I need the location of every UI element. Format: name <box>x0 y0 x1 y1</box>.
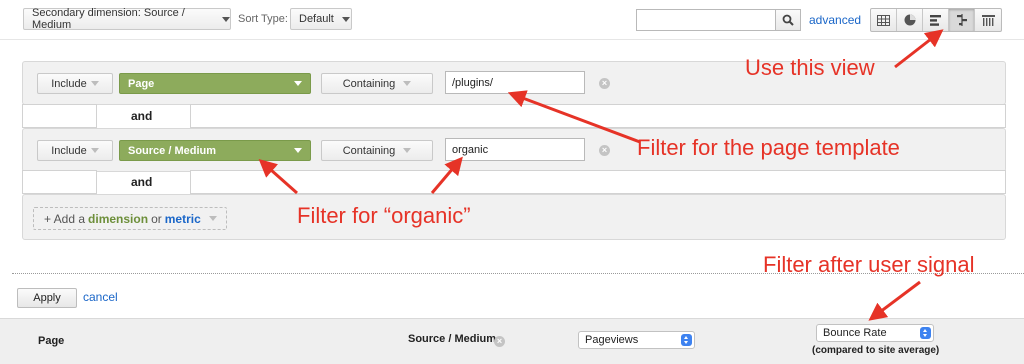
annotation-filter-organic: Filter for “organic” <box>297 203 471 228</box>
arrow-to-bounce-rate <box>868 280 921 321</box>
arrow-to-organic-input <box>430 156 463 194</box>
arrow-to-source-dropdown <box>258 159 298 195</box>
annotation-use-view: Use this view <box>745 55 875 80</box>
arrow-to-comparison-view <box>894 29 944 69</box>
arrow-to-page-input <box>507 90 641 144</box>
annotation-filter-signal: Filter after user signal <box>763 252 975 277</box>
annotation-filter-template: Filter for the page template <box>637 135 900 160</box>
